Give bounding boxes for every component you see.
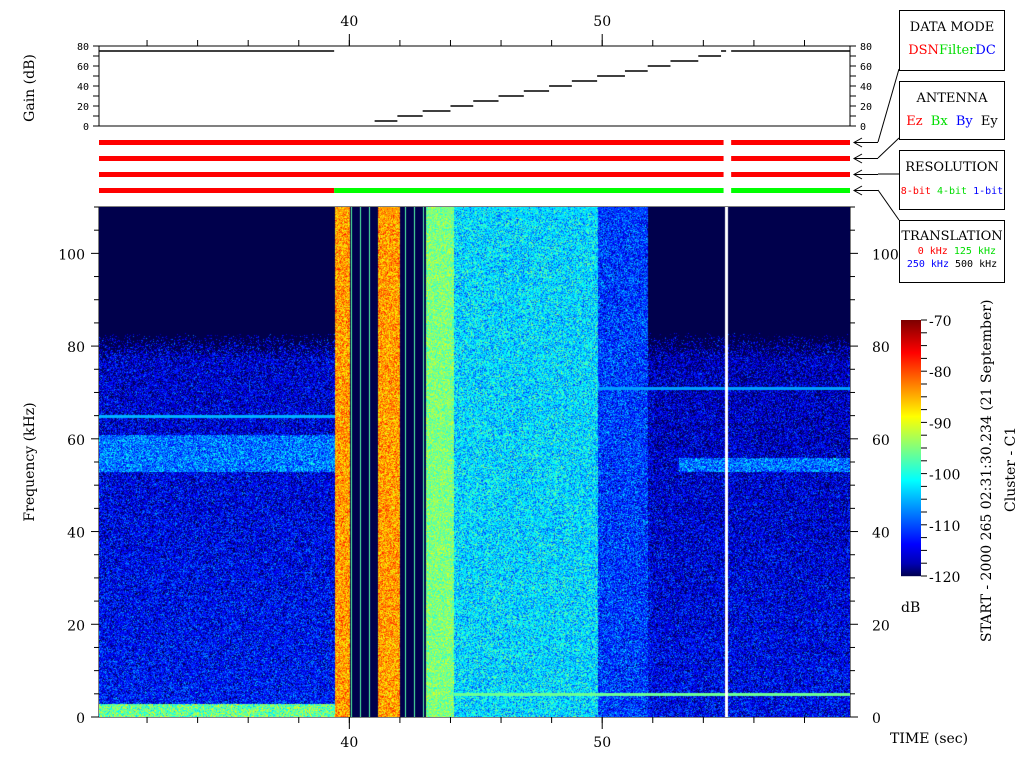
colorbar-tick-label: -80 <box>929 365 952 381</box>
gain-tick-label-right: 40 <box>860 82 872 93</box>
spectrogram-heatmap <box>99 207 850 717</box>
gain-tick-label-left: 60 <box>77 62 89 73</box>
legend-antenna: ANTENNA Ez Bx By Ey <box>899 81 1005 140</box>
status-bar-data-mode <box>731 140 850 145</box>
legend-item: 250 kHz <box>906 259 949 270</box>
time-tick-label-bottom: 40 <box>340 735 358 751</box>
gain-axis-label: Gain (dB) <box>22 54 38 122</box>
freq-tick-label-left: 20 <box>67 618 85 634</box>
colorbar-tick-label: -90 <box>929 416 952 432</box>
status-bar-translation <box>334 188 724 193</box>
legend-item: 4-bit <box>936 186 968 197</box>
status-bar-translation <box>99 188 335 193</box>
freq-tick-label-left: 40 <box>67 526 85 542</box>
legend-item: DSN <box>908 43 939 58</box>
freq-tick-label-left: 100 <box>58 247 85 263</box>
gain-plot-frame <box>98 45 851 127</box>
legend-data-mode-title: DATA MODE <box>909 20 995 35</box>
gain-tick-label-right: 20 <box>860 102 872 113</box>
gain-panel: 0 0 20 20 40 40 60 60 80 80 40 50 <box>77 14 872 133</box>
legend-data-mode-items: DSNFilterDC <box>900 43 1004 58</box>
legend-item: 8-bit <box>900 186 931 197</box>
gain-tick-label-left: 80 <box>77 42 89 53</box>
freq-tick-label-left: 80 <box>67 340 85 356</box>
freq-tick-label-right: 40 <box>872 526 890 542</box>
legend-item: By <box>955 114 973 129</box>
colorbar-tick-label: -120 <box>929 570 960 586</box>
freq-tick-label-left: 60 <box>67 433 85 449</box>
legend-translation: TRANSLATION 0 kHz 125 kHz 250 kHz 500 kH… <box>899 220 1005 283</box>
start-time-label: START - 2000 265 02:31:30.234 (21 Septem… <box>979 300 995 642</box>
colorbar-unit-label: dB <box>901 600 920 616</box>
legend-item: 0 kHz <box>917 246 948 257</box>
legend-item: 125 kHz <box>953 246 996 257</box>
time-tick-label-top: 40 <box>340 14 358 30</box>
colorbar-tick-label: -70 <box>929 314 952 330</box>
spacecraft-label: Cluster - C1 <box>1003 427 1019 512</box>
time-tick-label-top: 50 <box>593 14 611 30</box>
freq-tick-label-left: 0 <box>76 711 85 727</box>
legend-item: 1-bit <box>973 186 1004 197</box>
colorbar-step <box>901 575 921 577</box>
status-bar-data-mode <box>99 140 724 145</box>
legend-item: Filter <box>938 43 976 58</box>
arrow-icon <box>852 185 878 196</box>
legend-item: Ez <box>906 114 923 129</box>
legend-item: 500 kHz <box>955 259 998 270</box>
gain-tick-label-left: 40 <box>77 82 89 93</box>
legend-connector <box>877 68 900 143</box>
legend-translation-row1: 0 kHz 125 kHz <box>900 246 1004 257</box>
legend-resolution-items: 8-bit 4-bit 1-bit <box>900 186 1004 197</box>
status-bar-antenna <box>731 156 850 161</box>
freq-tick-label-right: 80 <box>872 340 890 356</box>
legend-translation-row2: 250 kHz 500 kHz <box>900 259 1004 270</box>
colorbar: -70 -80 -90 -100 -110 -120 <box>901 314 960 586</box>
gain-tick-label-left: 0 <box>83 122 89 133</box>
legend-antenna-items: Ez Bx By Ey <box>900 114 1004 129</box>
legend-resolution: RESOLUTION 8-bit 4-bit 1-bit <box>899 150 1005 210</box>
legend-item: Ey <box>980 114 998 129</box>
status-bars <box>99 137 878 196</box>
gain-tick-label-right: 60 <box>860 62 872 73</box>
status-bar-resolution <box>731 172 850 177</box>
colorbar-tick-label: -100 <box>929 468 960 484</box>
status-bar-antenna <box>99 156 724 161</box>
gain-tick-label-right: 80 <box>860 42 872 53</box>
x-axis-label: TIME (sec) <box>890 731 968 747</box>
colorbar-tick-label: -110 <box>929 519 960 535</box>
freq-tick-label-right: 100 <box>872 247 899 263</box>
freq-tick-label-right: 0 <box>872 711 881 727</box>
y-axis-label: Frequency (kHz) <box>22 402 38 521</box>
gain-tick-label-right: 0 <box>860 122 866 133</box>
legend-translation-title: TRANSLATION <box>901 229 1003 244</box>
arrow-icon <box>852 153 878 164</box>
legend-connector <box>877 189 900 221</box>
freq-tick-label-right: 20 <box>872 618 890 634</box>
legend-data-mode: DATA MODE DSNFilterDC <box>899 10 1005 71</box>
status-bar-translation <box>731 188 850 193</box>
legend-item: DC <box>975 43 996 58</box>
freq-tick-label-right: 60 <box>872 433 890 449</box>
legend-antenna-title: ANTENNA <box>916 91 988 106</box>
legend-connectors <box>877 68 900 221</box>
gain-tick-label-left: 20 <box>77 102 89 113</box>
arrow-icon <box>852 137 878 148</box>
legend-connector <box>877 137 900 159</box>
status-bar-resolution <box>99 172 724 177</box>
arrow-icon <box>852 169 878 180</box>
legend-item: Bx <box>930 114 948 129</box>
time-tick-label-bottom: 50 <box>593 735 611 751</box>
legend-resolution-title: RESOLUTION <box>905 160 999 175</box>
